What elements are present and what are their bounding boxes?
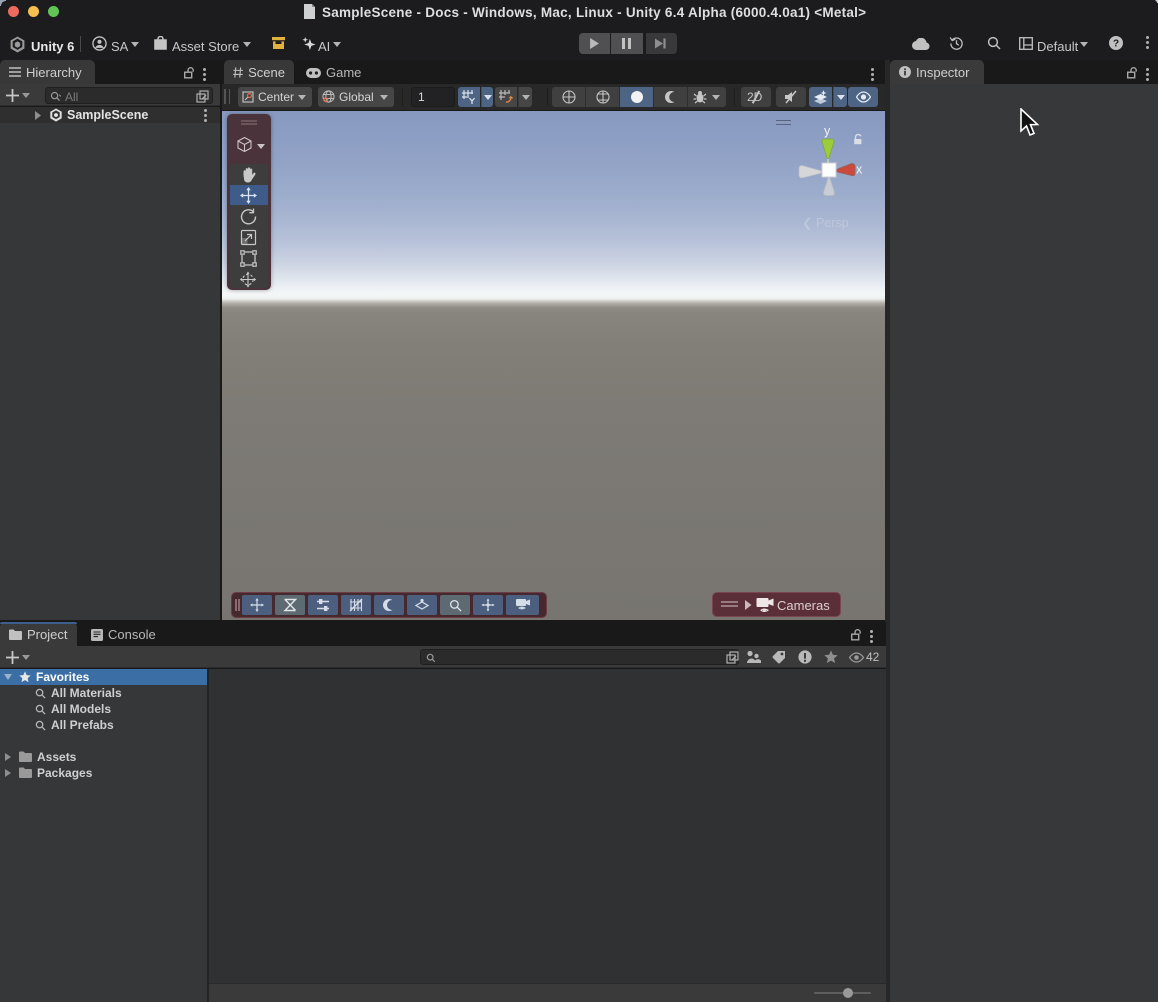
svg-text:x: x (856, 163, 863, 177)
svg-text:?: ? (1113, 39, 1119, 50)
svg-text:y: y (824, 124, 831, 138)
